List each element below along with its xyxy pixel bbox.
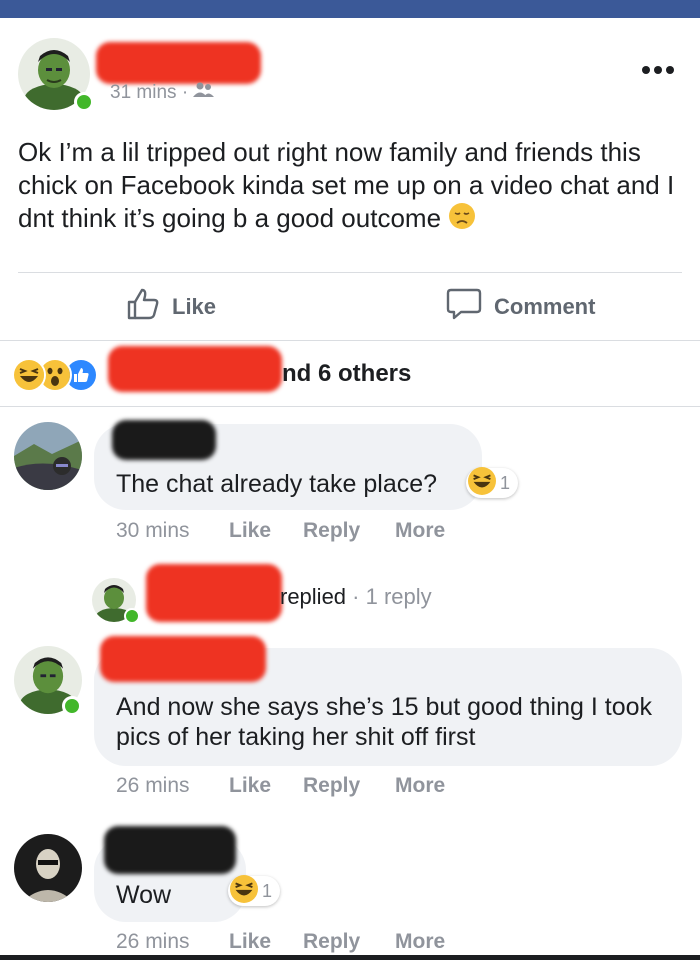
app-top-bar	[0, 0, 700, 18]
redacted-reactor-names	[108, 346, 282, 392]
like-label: Like	[172, 294, 217, 319]
comment-reply-link[interactable]: Reply	[303, 930, 395, 954]
comment-label: Comment	[494, 294, 596, 319]
post-meta: 31 mins ·	[110, 82, 215, 104]
meta-separator: ·	[181, 82, 189, 104]
online-status-dot	[124, 608, 140, 624]
redacted-commenter-name	[100, 636, 266, 682]
post-time[interactable]: 31 mins	[110, 82, 177, 103]
redacted-commenter-name	[112, 420, 216, 460]
comment-bubble-icon	[446, 287, 482, 327]
comments-divider	[0, 406, 700, 407]
comment-like-link[interactable]: Like	[229, 774, 303, 798]
comment-time[interactable]: 30 mins	[116, 519, 229, 543]
comment-more-link[interactable]: More	[395, 930, 445, 954]
comment-reply-link[interactable]: Reply	[303, 774, 395, 798]
reaction-count: 1	[262, 880, 273, 901]
redacted-author-name	[96, 42, 261, 84]
view-replies-link[interactable]: replied · 1 reply	[280, 584, 432, 610]
comment-time[interactable]: 26 mins	[116, 774, 229, 798]
comment-like-link[interactable]: Like	[229, 519, 303, 543]
replied-label: replied	[280, 584, 347, 609]
comment-like-link[interactable]: Like	[229, 930, 303, 954]
haha-reaction-icon	[230, 874, 258, 908]
redacted-commenter-name	[104, 826, 236, 874]
comment-text: Wow	[116, 881, 172, 909]
thumbs-up-icon	[126, 287, 160, 327]
comment-author-avatar[interactable]	[14, 422, 82, 490]
post-divider-top	[18, 272, 682, 273]
comment-actions: 26 mins Like Reply More	[116, 930, 445, 954]
like-button[interactable]: Like	[126, 285, 216, 329]
friends-icon	[193, 82, 215, 104]
comment-reaction-badge[interactable]: 1	[228, 874, 281, 908]
comment-actions: 26 mins Like Reply More	[116, 774, 445, 798]
comment-text: The chat already take place?	[116, 470, 438, 498]
comment-button[interactable]: Comment	[446, 285, 595, 329]
bottom-edge-bar	[0, 955, 700, 960]
post-options-icon[interactable]	[640, 60, 676, 80]
comment-reply-link[interactable]: Reply	[303, 519, 395, 543]
online-status-dot	[62, 696, 82, 716]
comment-author-avatar[interactable]	[14, 834, 82, 902]
haha-reaction-icon	[468, 466, 496, 500]
reaction-count: 1	[500, 472, 511, 493]
comment-actions: 30 mins Like Reply More	[116, 519, 445, 543]
redacted-replier-name	[146, 564, 282, 622]
disappointed-face-emoji	[448, 202, 476, 238]
reply-separator: ·	[352, 584, 360, 609]
post-body: Ok I’m a lil tripped out right now famil…	[18, 136, 688, 238]
comment-more-link[interactable]: More	[395, 774, 445, 798]
comment-more-link[interactable]: More	[395, 519, 445, 543]
reply-count: 1 reply	[365, 584, 432, 609]
post-divider-middle	[0, 340, 700, 341]
haha-reaction-icon	[12, 358, 46, 392]
reactions-summary-text[interactable]: nd 6 others	[282, 360, 411, 388]
online-status-dot	[74, 92, 94, 112]
comment-time[interactable]: 26 mins	[116, 930, 229, 954]
comment-reaction-badge[interactable]: 1	[466, 466, 519, 500]
post-text: Ok I’m a lil tripped out right now famil…	[18, 137, 675, 233]
comment-text: And now she says she’s 15 but good thing…	[116, 693, 653, 751]
